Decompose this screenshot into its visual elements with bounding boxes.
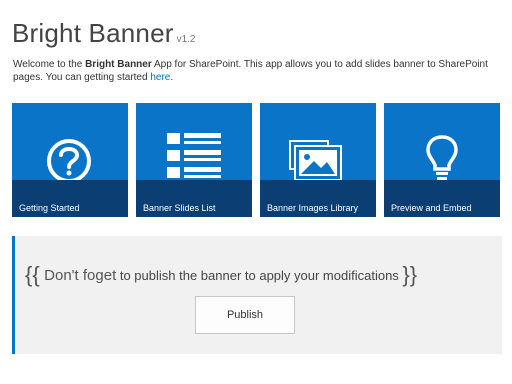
app-title: Bright Banner [12,18,174,48]
tile-caption: Preview and Embed [384,180,500,217]
tile-preview-and-embed[interactable]: Preview and Embed [384,103,500,217]
publish-button[interactable]: Publish [195,296,295,334]
getting-started-link[interactable]: here [150,72,170,83]
intro-text: Welcome to the Bright Banner App for Sha… [13,58,505,84]
tile-caption: Banner Slides List [136,180,252,217]
lightbulb-icon [384,103,500,183]
tile-banner-slides-list[interactable]: Banner Slides List [136,103,252,217]
tile-getting-started[interactable]: Getting Started [12,103,128,217]
tile-banner-images-library[interactable]: Banner Images Library [260,103,376,217]
intro-prefix: Welcome to the [13,59,86,70]
tile-label: Getting Started [19,203,80,213]
list-icon [136,103,252,183]
tile-label: Banner Slides List [143,203,216,213]
open-brace: {{ [25,262,40,287]
tile-caption: Getting Started [12,180,128,217]
intro-app-name: Bright Banner [85,59,152,70]
notice-lead: Don't foget [44,267,117,284]
image-library-icon [260,103,376,183]
intro-end: . [170,72,174,83]
version-label: v1.2 [176,34,196,45]
close-brace: }} [402,262,418,287]
tile-caption: Banner Images Library [260,180,376,217]
tile-grid: Getting Started Banner Slides List Banne… [12,103,502,217]
notice-message: {{ Don't foget to publish the banner to … [25,262,417,288]
page-title: Bright Banner v1.2 [12,18,196,49]
notice-text: to publish the banner to apply your modi… [116,268,403,283]
tile-label: Preview and Embed [391,203,472,213]
question-circle-icon [12,103,128,183]
publish-notice: {{ Don't foget to publish the banner to … [12,236,502,354]
tile-label: Banner Images Library [267,203,359,213]
